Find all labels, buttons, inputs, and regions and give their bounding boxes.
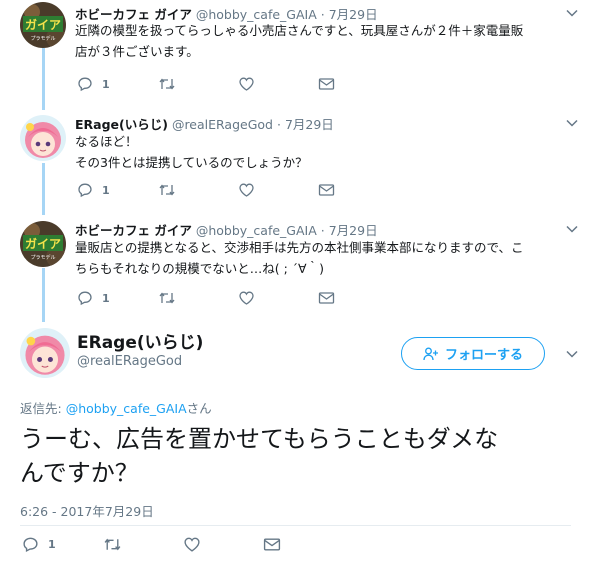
tweet-date[interactable]: 7月29日 bbox=[329, 223, 378, 238]
tweet-text: うーむ、広告を置かせてもらうこともダメな んですか？ bbox=[20, 422, 580, 490]
retweet-button[interactable] bbox=[158, 74, 176, 94]
reply-icon bbox=[78, 291, 92, 306]
retweet-icon bbox=[104, 538, 121, 550]
tweet-line: んですか？ bbox=[20, 459, 139, 487]
reply-button[interactable]: 1 bbox=[77, 74, 110, 94]
reply-icon bbox=[23, 537, 38, 552]
direct-message-button[interactable] bbox=[318, 180, 335, 200]
reply-icon bbox=[78, 183, 92, 198]
handle[interactable]: @realERageGod bbox=[77, 354, 182, 369]
tweet-line: 店が３件ございます。 bbox=[75, 44, 199, 59]
retweet-icon bbox=[159, 78, 175, 90]
separator: · bbox=[320, 223, 325, 238]
envelope-icon bbox=[263, 538, 281, 550]
mention-link[interactable]: @hobby_cafe_GAIA bbox=[66, 401, 187, 416]
reply-count: 1 bbox=[102, 183, 110, 197]
heart-icon bbox=[239, 77, 254, 91]
retweet-button[interactable] bbox=[103, 534, 122, 554]
follow-button-label: フォローする bbox=[444, 348, 523, 363]
retweet-button[interactable] bbox=[158, 180, 176, 200]
anime-avatar-icon bbox=[20, 115, 66, 161]
tweet-line: 量販店との提携となると、交渉相手は先方の本社側事業本部になりますので、こ bbox=[75, 240, 524, 255]
replying-prefix: 返信先: bbox=[20, 401, 62, 416]
display-name[interactable]: ERage(いらじ) bbox=[75, 117, 168, 132]
reply-button[interactable]: 1 bbox=[22, 534, 56, 554]
gaia-logo-icon: ガイア プラモデル bbox=[20, 2, 66, 48]
reply-button[interactable]: 1 bbox=[77, 288, 110, 308]
retweet-icon bbox=[159, 184, 175, 196]
display-name[interactable]: ホビーカフェ ガイア bbox=[75, 223, 192, 238]
envelope-icon bbox=[318, 292, 335, 304]
svg-text:ガイア: ガイア bbox=[25, 17, 61, 32]
reply-icon bbox=[78, 77, 92, 92]
retweet-icon bbox=[159, 292, 175, 304]
tweet-line: ちらもそれなりの規模でないと…ね( ; ´∀｀) bbox=[75, 261, 324, 276]
tweet-reply-1[interactable]: ガイア プラモデル ホビーカフェ ガイア @hobby_cafe_GAIA · … bbox=[0, 0, 591, 110]
divider bbox=[20, 525, 571, 526]
avatar[interactable]: ガイア プラモデル bbox=[20, 2, 66, 48]
tweet-text: 量販店との提携となると、交渉相手は先方の本社側事業本部になりますので、こ ちらも… bbox=[75, 237, 585, 279]
tweet-line: その3件とは提携しているのでしょうか？ bbox=[75, 155, 308, 170]
handle[interactable]: @realERageGod bbox=[172, 117, 273, 132]
direct-message-button[interactable] bbox=[263, 534, 281, 554]
replying-suffix: さん bbox=[186, 401, 212, 416]
direct-message-button[interactable] bbox=[318, 288, 335, 308]
like-button[interactable] bbox=[238, 74, 255, 94]
chevron-down-icon[interactable] bbox=[565, 6, 579, 20]
svg-text:プラモデル: プラモデル bbox=[30, 254, 55, 261]
heart-icon bbox=[239, 183, 254, 197]
replying-to: 返信先: @hobby_cafe_GAIAさん bbox=[20, 398, 212, 417]
avatar[interactable] bbox=[20, 115, 66, 161]
heart-icon bbox=[239, 291, 254, 305]
envelope-icon bbox=[318, 184, 335, 196]
tweet-line: うーむ、広告を置かせてもらうこともダメな bbox=[20, 425, 499, 453]
reply-count: 1 bbox=[102, 77, 110, 91]
anime-avatar-icon bbox=[20, 328, 70, 378]
avatar[interactable] bbox=[20, 328, 70, 378]
separator: · bbox=[276, 117, 281, 132]
tweet-date[interactable]: 7月29日 bbox=[285, 117, 334, 132]
reply-button[interactable]: 1 bbox=[77, 180, 110, 200]
reply-count: 1 bbox=[102, 291, 110, 305]
chevron-down-icon[interactable] bbox=[565, 116, 579, 130]
display-name[interactable]: ERage(いらじ) bbox=[77, 328, 203, 353]
tweet-text: 近隣の模型を扱ってらっしゃる小売店さんですと、玩具屋さんが２件＋家電量販 店が３… bbox=[75, 20, 585, 62]
tweet-text: なるほど！ その3件とは提携しているのでしょうか？ bbox=[75, 131, 585, 173]
avatar[interactable]: ガイア プラモデル bbox=[20, 221, 66, 267]
reply-count: 1 bbox=[48, 537, 56, 551]
tweet-line: なるほど！ bbox=[75, 134, 138, 149]
envelope-icon bbox=[318, 78, 335, 90]
like-button[interactable] bbox=[183, 534, 201, 554]
svg-text:ガイア: ガイア bbox=[25, 236, 61, 251]
gaia-logo-icon: ガイア プラモデル bbox=[20, 221, 66, 267]
tweet-reply-2[interactable]: ERage(いらじ) @realERageGod · 7月29日 なるほど！ そ… bbox=[0, 110, 591, 215]
heart-icon bbox=[184, 537, 200, 552]
direct-message-button[interactable] bbox=[318, 74, 335, 94]
tweet-line: 近隣の模型を扱ってらっしゃる小売店さんですと、玩具屋さんが２件＋家電量販 bbox=[75, 23, 524, 38]
like-button[interactable] bbox=[238, 288, 255, 308]
retweet-button[interactable] bbox=[158, 288, 176, 308]
svg-text:プラモデル: プラモデル bbox=[30, 35, 55, 42]
chevron-down-icon[interactable] bbox=[565, 347, 579, 361]
add-user-icon bbox=[423, 347, 438, 360]
handle[interactable]: @hobby_cafe_GAIA bbox=[196, 223, 317, 238]
tweet-timestamp[interactable]: 6:26 - 2017年7月29日 bbox=[20, 501, 154, 520]
like-button[interactable] bbox=[238, 180, 255, 200]
follow-button[interactable]: フォローする bbox=[401, 337, 545, 370]
chevron-down-icon[interactable] bbox=[565, 222, 579, 236]
tweet-reply-3[interactable]: ガイア プラモデル ホビーカフェ ガイア @hobby_cafe_GAIA · … bbox=[0, 215, 591, 322]
